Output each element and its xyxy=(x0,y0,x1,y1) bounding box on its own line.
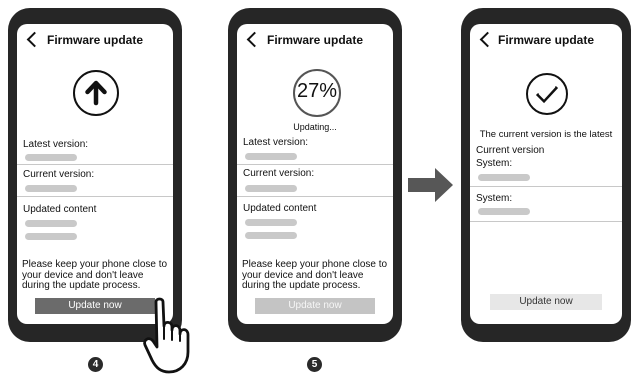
updated-content-line-2 xyxy=(245,232,297,239)
header: Firmware update xyxy=(470,24,622,56)
right-arrow-icon xyxy=(408,168,453,202)
phone-frame-3: Firmware update The current version is t… xyxy=(461,8,631,342)
pointing-hand-icon xyxy=(143,297,190,374)
latest-version-label: Latest version: xyxy=(23,139,89,150)
divider xyxy=(237,164,393,165)
current-version-label: Current version xyxy=(476,145,545,156)
phone-frame-2: Firmware update 27% Updating... Latest v… xyxy=(228,8,402,342)
page-title: Firmware update xyxy=(497,33,595,47)
checkmark-icon xyxy=(526,73,568,115)
phone-frame-1: Firmware update Latest version: Current … xyxy=(8,8,182,342)
progress-percent: 27% xyxy=(296,80,338,102)
firmware-update-screen-1: Firmware update Latest version: Current … xyxy=(17,24,173,324)
divider xyxy=(470,221,622,222)
current-version-label: Current version: xyxy=(23,169,95,180)
update-now-button[interactable]: Update now xyxy=(255,298,375,314)
divider xyxy=(17,196,173,197)
updated-content-line-2 xyxy=(25,233,77,240)
latest-version-label: Latest version: xyxy=(243,137,309,148)
step-number-4: 4 xyxy=(88,357,103,372)
step-number-5: 5 xyxy=(307,357,322,372)
page-title: Firmware update xyxy=(46,33,144,47)
updated-content-line-1 xyxy=(245,219,297,226)
divider xyxy=(470,186,622,187)
current-version-value xyxy=(245,185,297,192)
divider xyxy=(17,164,173,165)
latest-version-value xyxy=(25,154,77,161)
system-version-value xyxy=(478,174,530,181)
update-notice: Please keep your phone close to your dev… xyxy=(22,259,168,291)
update-now-button[interactable]: Update now xyxy=(35,298,155,314)
updating-status: Updating... xyxy=(293,122,337,132)
firmware-update-screen-3: Firmware update The current version is t… xyxy=(470,24,622,324)
system-label: System: xyxy=(476,193,513,204)
current-version-label: Current version: xyxy=(243,168,315,179)
upload-arrow-icon xyxy=(73,70,119,116)
update-now-button[interactable]: Update now xyxy=(490,294,602,310)
latest-status-text: The current version is the latest xyxy=(479,129,613,140)
header: Firmware update xyxy=(237,24,393,56)
updated-content-line-1 xyxy=(25,220,77,227)
system-version-value xyxy=(478,208,530,215)
header: Firmware update xyxy=(17,24,173,56)
current-version-value xyxy=(25,185,77,192)
updated-content-label: Updated content xyxy=(23,204,97,215)
firmware-update-screen-2: Firmware update 27% Updating... Latest v… xyxy=(237,24,393,324)
system-label: System: xyxy=(476,158,513,169)
update-notice: Please keep your phone close to your dev… xyxy=(242,259,388,291)
updated-content-label: Updated content xyxy=(243,203,317,214)
page-title: Firmware update xyxy=(266,33,364,47)
divider xyxy=(237,196,393,197)
latest-version-value xyxy=(245,153,297,160)
